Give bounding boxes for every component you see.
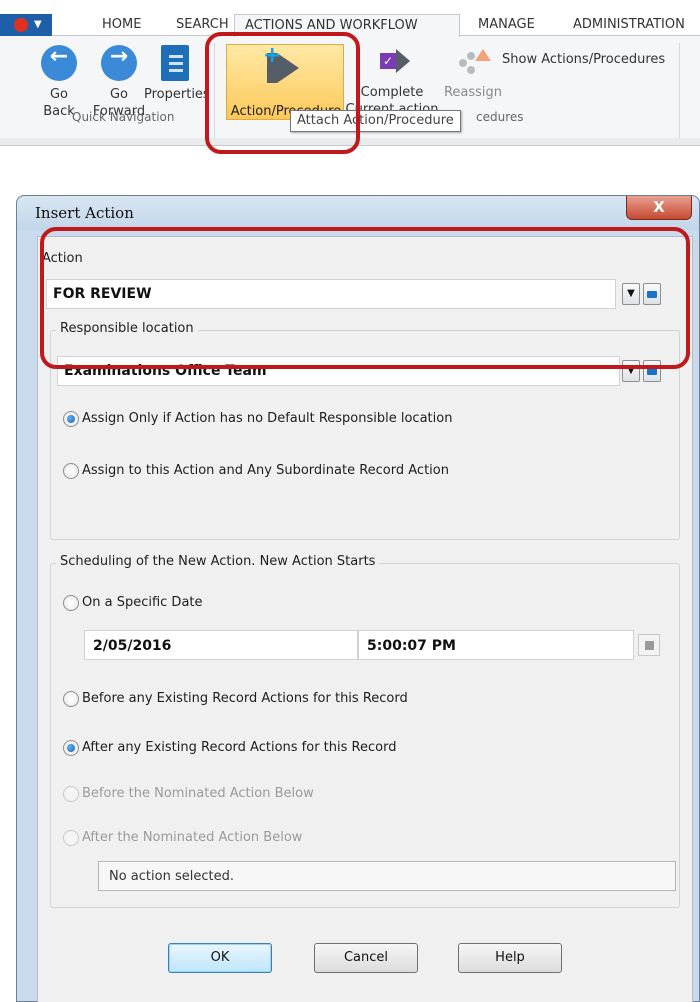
highlight-ring-ribbon — [205, 32, 360, 154]
arrow-left-icon: ← — [41, 45, 77, 81]
dialog-title: Insert Action — [35, 204, 134, 222]
group-quick-navigation-label: Quick Navigation — [72, 110, 175, 124]
radio-assign-only-label: Assign Only if Action has no Default Res… — [82, 411, 453, 426]
app: ▼ HOME SEARCH ACTIONS AND WORKFLOW MANAG… — [0, 0, 700, 1002]
time-value: 5:00:07 PM — [367, 638, 456, 654]
ribbon-tab-bar: ▼ HOME SEARCH ACTIONS AND WORKFLOW MANAG… — [0, 0, 700, 37]
radio-before-existing-label: Before any Existing Record Actions for t… — [82, 691, 408, 706]
show-actions-label: Show Actions/Procedures — [502, 52, 666, 67]
radio-assign-all-label: Assign to this Action and Any Subordinat… — [82, 463, 449, 478]
nominated-action-field[interactable]: No action selected. — [98, 861, 676, 891]
radio-after-existing[interactable] — [63, 740, 79, 756]
ribbon-separator — [679, 43, 680, 139]
go-forward-button[interactable]: → Go Forward — [88, 45, 150, 120]
time-field[interactable]: 5:00:07 PM — [358, 630, 634, 660]
properties-icon — [161, 45, 189, 81]
go-back-button[interactable]: ← Go Back — [36, 45, 82, 120]
properties-button[interactable]: Properties — [144, 45, 210, 103]
complete-action-icon: ✓ — [374, 45, 410, 79]
scheduling-group — [50, 563, 680, 908]
chevron-down-icon: ▼ — [34, 19, 42, 30]
complete-label-1: Complete — [360, 85, 424, 100]
radio-specific-date-label: On a Specific Date — [82, 595, 203, 610]
radio-assign-all[interactable] — [63, 463, 79, 479]
radio-assign-only[interactable] — [63, 411, 79, 427]
radio-after-nominated[interactable] — [63, 830, 79, 846]
help-button[interactable]: Help — [458, 943, 562, 973]
reassign-icon — [453, 45, 493, 79]
arrow-right-icon: → — [101, 45, 137, 81]
folder-icon — [647, 368, 657, 375]
scheduling-title: Scheduling of the New Action. New Action… — [56, 554, 380, 569]
radio-before-existing[interactable] — [63, 691, 79, 707]
dialog-titlebar: Insert Action X — [17, 196, 699, 230]
application-menu-button[interactable]: ▼ — [0, 14, 52, 36]
radio-before-nominated-label: Before the Nominated Action Below — [82, 786, 314, 801]
reassign-button[interactable]: Reassign — [440, 45, 506, 101]
app-logo-icon — [14, 18, 28, 32]
close-button[interactable]: X — [626, 196, 692, 220]
go-forward-label-1: Go — [109, 87, 129, 102]
tab-home[interactable]: HOME — [102, 14, 141, 37]
nominated-action-value: No action selected. — [109, 869, 234, 884]
radio-specific-date[interactable] — [63, 595, 79, 611]
properties-label: Properties — [144, 87, 210, 102]
radio-after-nominated-label: After the Nominated Action Below — [82, 830, 303, 845]
calendar-button[interactable] — [638, 634, 660, 656]
tab-administration[interactable]: ADMINISTRATION — [573, 14, 685, 37]
go-back-label-1: Go — [49, 87, 69, 102]
cancel-button[interactable]: Cancel — [314, 943, 418, 973]
date-field[interactable]: 2/05/2016 — [84, 630, 358, 660]
show-actions-procedures-button[interactable]: Show Actions/Procedures — [502, 51, 670, 68]
highlight-ring-dialog — [40, 227, 690, 369]
tab-manage[interactable]: MANAGE — [478, 14, 535, 37]
radio-before-nominated[interactable] — [63, 786, 79, 802]
ok-button[interactable]: OK — [168, 943, 272, 973]
date-value: 2/05/2016 — [93, 638, 172, 654]
radio-after-existing-label: After any Existing Record Actions for th… — [82, 740, 397, 755]
group-procedures-label: cedures — [476, 110, 524, 124]
reassign-label: Reassign — [443, 85, 503, 100]
calendar-icon — [645, 641, 654, 650]
go-back-label-2: Back — [43, 104, 75, 119]
